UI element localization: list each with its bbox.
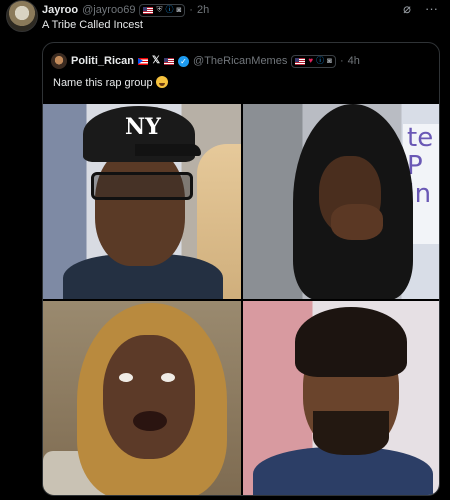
more-options-icon[interactable]: ··· <box>425 1 438 17</box>
quoted-tweet-header: Politi_Rican 𝕏 ✓ @TheRicanMemes ♥ ⓘ ◙ · … <box>51 53 439 69</box>
separator-dot: · <box>189 4 193 16</box>
x-icon: 𝕏 <box>151 55 161 66</box>
info-icon: ⓘ <box>165 5 174 14</box>
quoted-tweet[interactable]: Politi_Rican 𝕏 ✓ @TheRicanMemes ♥ ⓘ ◙ · … <box>42 42 440 496</box>
face <box>103 335 195 459</box>
tweet-header: Jayroo @jayroo69 ⛨ ⓘ ◙ · 2h <box>42 2 450 18</box>
tweet-text: A Tribe Called Incest <box>42 19 143 31</box>
laughing-emoji-icon <box>155 76 168 88</box>
grok-icon[interactable]: ⌀ <box>403 1 411 17</box>
us-flag-icon <box>143 6 154 14</box>
beard <box>313 411 389 455</box>
shield-icon: ⛨ <box>156 5 163 14</box>
tweet-actions: ⌀ ··· <box>403 1 438 17</box>
cap-brim <box>135 144 201 156</box>
hand <box>331 204 383 240</box>
face <box>95 146 185 266</box>
photo-3[interactable] <box>43 301 241 495</box>
mouth <box>133 411 167 431</box>
quoted-tweet-time[interactable]: 4h <box>348 55 360 67</box>
photo-2[interactable]: te P In <box>243 104 439 299</box>
author-avatar[interactable] <box>6 0 38 32</box>
heart-icon: ♥ <box>308 56 314 65</box>
quoted-tweet-text: Name this rap group <box>53 76 168 89</box>
us-flag-icon <box>164 57 175 65</box>
camera-icon: ◙ <box>327 56 332 65</box>
media-grid: NY te P In <box>43 104 439 495</box>
separator-dot: · <box>339 55 344 67</box>
quoted-text-content: Name this rap group <box>53 77 153 89</box>
author-handle[interactable]: @jayroo69 <box>82 4 135 16</box>
quoted-author-name[interactable]: Politi_Rican <box>71 55 134 67</box>
tweet-time[interactable]: 2h <box>197 4 209 16</box>
photo-1[interactable]: NY <box>43 104 241 299</box>
verified-icon: ✓ <box>178 55 190 67</box>
photo-4[interactable] <box>243 301 439 495</box>
quoted-author-handle[interactable]: @TheRicanMemes <box>193 55 287 67</box>
eye <box>119 373 133 382</box>
eye <box>161 373 175 382</box>
quoted-profile-badges[interactable]: ♥ ⓘ ◙ <box>291 54 336 68</box>
hair <box>295 307 407 377</box>
info-icon: ⓘ <box>316 56 325 65</box>
cap-logo: NY <box>125 114 161 140</box>
us-flag-icon <box>295 57 306 65</box>
profile-badges[interactable]: ⛨ ⓘ ◙ <box>139 3 186 17</box>
glasses <box>91 172 193 200</box>
quoted-author-avatar[interactable] <box>51 53 67 69</box>
puerto-rico-flag-icon <box>137 57 148 65</box>
author-name[interactable]: Jayroo <box>42 4 78 16</box>
camera-icon: ◙ <box>176 5 182 14</box>
